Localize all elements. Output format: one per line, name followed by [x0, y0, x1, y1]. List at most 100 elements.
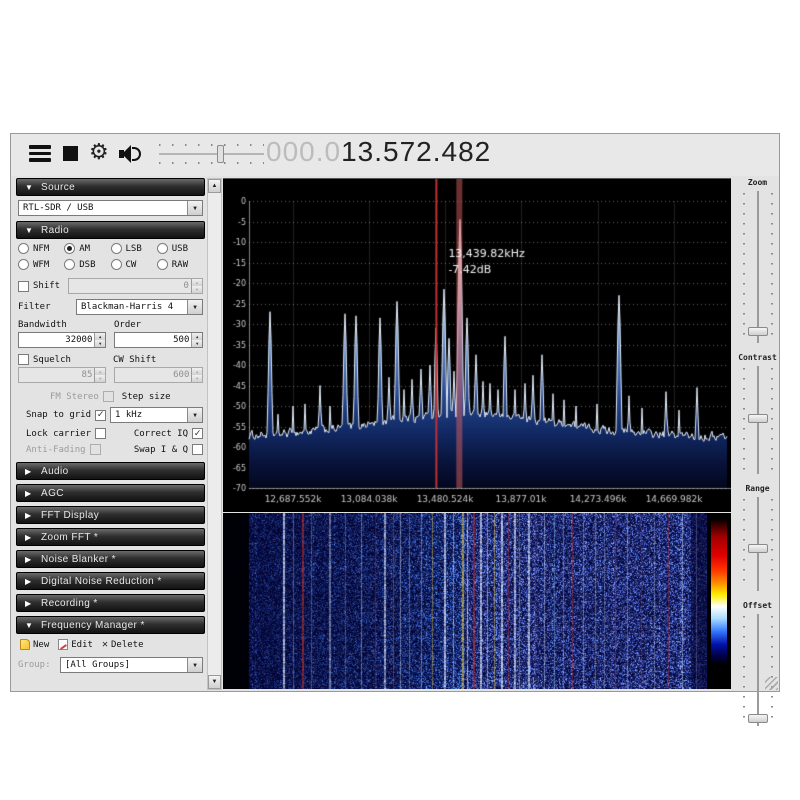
new-button[interactable]: New	[18, 638, 51, 651]
digital-noise-reduction-panel-header[interactable]: Digital Noise Reduction *	[16, 572, 205, 590]
shift-checkbox[interactable]	[18, 280, 29, 292]
fm-stereo-checkbox[interactable]	[102, 391, 114, 402]
window-resize-grip[interactable]	[765, 677, 778, 690]
dropdown-arrow-icon[interactable]	[187, 408, 202, 422]
spectrum-canvas[interactable]	[223, 179, 731, 512]
radio-button-icon[interactable]	[156, 243, 168, 254]
mode-nfm[interactable]: NFM	[18, 243, 64, 254]
dropdown-arrow-icon[interactable]	[187, 658, 202, 672]
delete-x-icon	[102, 639, 108, 650]
squelch-spinner[interactable]	[94, 368, 105, 382]
offset-slider[interactable]	[741, 614, 775, 726]
frequency-value[interactable]: 13.572.482	[341, 136, 491, 167]
speaker-icon[interactable]	[119, 145, 143, 163]
stop-icon[interactable]	[63, 146, 78, 161]
snap-to-grid-checkbox[interactable]	[95, 409, 107, 421]
contrast-slider-thumb[interactable]	[747, 414, 768, 423]
shift-spinner[interactable]	[190, 279, 202, 293]
lock-carrier-checkbox[interactable]	[95, 428, 107, 439]
cw-shift-input[interactable]	[115, 368, 192, 382]
offset-slider-thumb[interactable]	[747, 714, 768, 723]
volume-slider-thumb[interactable]	[217, 145, 224, 163]
zoom-slider-thumb[interactable]	[747, 327, 768, 336]
frequency-display[interactable]: 000.013.572.482	[266, 136, 491, 168]
range-slider-label: Range	[745, 484, 770, 493]
collapse-arrow-icon	[25, 555, 41, 564]
group-label: Group:	[18, 660, 51, 670]
anti-fading-checkbox[interactable]	[89, 444, 101, 455]
edit-button[interactable]: Edit	[56, 638, 95, 651]
step-size-select[interactable]: 1 kHz	[110, 407, 203, 423]
collapse-arrow-icon	[25, 183, 41, 192]
radio-panel-header[interactable]: Radio	[16, 221, 205, 239]
mode-raw[interactable]: RAW	[156, 259, 203, 270]
squelch-label: Squelch	[33, 354, 71, 365]
toolbar: ⚙ 000.013.572.482	[11, 134, 779, 176]
filter-value: Blackman-Harris 4	[81, 302, 174, 312]
bandwidth-label: Bandwidth	[18, 320, 67, 330]
menu-icon[interactable]	[29, 143, 51, 163]
filter-select[interactable]: Blackman-Harris 4	[76, 299, 203, 315]
squelch-input[interactable]	[19, 368, 95, 382]
dropdown-arrow-icon[interactable]	[187, 300, 202, 314]
gear-icon[interactable]: ⚙	[89, 138, 109, 166]
collapse-arrow-icon	[25, 226, 41, 235]
mode-cw[interactable]: CW	[110, 259, 157, 270]
waterfall-canvas[interactable]	[223, 513, 707, 689]
shift-input[interactable]	[69, 279, 191, 293]
order-input[interactable]	[115, 333, 192, 347]
mode-dsb[interactable]: DSB	[64, 259, 110, 270]
radio-button-icon[interactable]	[110, 243, 122, 254]
swap-iq-checkbox[interactable]	[192, 444, 203, 455]
mode-usb[interactable]: USB	[156, 243, 203, 254]
frequency-manager-panel-header[interactable]: Frequency Manager *	[16, 616, 205, 634]
source-device-select[interactable]: RTL-SDR / USB	[18, 200, 203, 216]
range-slider[interactable]	[741, 497, 775, 591]
audio-panel-header[interactable]: Audio	[16, 462, 205, 480]
anti-fading-label: Anti-Fading	[26, 444, 86, 455]
correct-iq-checkbox[interactable]	[192, 428, 203, 439]
dropdown-arrow-icon[interactable]	[187, 201, 202, 215]
range-slider-thumb[interactable]	[747, 544, 768, 553]
squelch-checkbox[interactable]	[18, 354, 29, 365]
agc-panel-header[interactable]: AGC	[16, 484, 205, 502]
bandwidth-input[interactable]	[19, 333, 95, 347]
delete-button[interactable]: Delete	[100, 638, 146, 651]
scroll-down-icon[interactable]	[208, 675, 221, 689]
recording-panel-header[interactable]: Recording *	[16, 594, 205, 612]
correct-iq-label: Correct IQ	[133, 428, 188, 439]
mode-lsb[interactable]: LSB	[110, 243, 157, 254]
volume-slider[interactable]	[159, 144, 264, 164]
contrast-slider[interactable]	[741, 366, 775, 474]
snap-to-grid-label: Snap to grid	[26, 410, 92, 420]
bandwidth-spinner[interactable]	[94, 333, 105, 347]
panel-scrollbar[interactable]	[207, 178, 222, 690]
frequency-leading-zeros[interactable]: 000.0	[266, 136, 341, 167]
cw-shift-label: CW Shift	[113, 354, 157, 365]
collapse-arrow-icon	[25, 621, 41, 630]
zoom-fft-panel-header[interactable]: Zoom FFT *	[16, 528, 205, 546]
source-panel-header[interactable]: Source	[16, 178, 205, 196]
filter-label: Filter	[18, 302, 51, 312]
order-spinner[interactable]	[191, 333, 202, 347]
fft-display-panel-header[interactable]: FFT Display	[16, 506, 205, 524]
group-select[interactable]: [All Groups]	[60, 657, 203, 673]
zoom-slider[interactable]	[741, 191, 775, 343]
scroll-up-icon[interactable]	[208, 179, 221, 193]
radio-button-icon[interactable]	[18, 243, 29, 254]
edit-icon	[58, 639, 69, 650]
noise-blanker-panel-header[interactable]: Noise Blanker *	[16, 550, 205, 568]
radio-button-icon[interactable]	[156, 259, 168, 270]
radio-button-icon[interactable]	[64, 259, 76, 270]
mode-wfm[interactable]: WFM	[18, 259, 64, 270]
mode-am[interactable]: AM	[64, 243, 110, 254]
cw-shift-spinner[interactable]	[191, 368, 202, 382]
collapse-arrow-icon	[25, 533, 41, 542]
radio-button-selected-icon[interactable]	[64, 243, 76, 254]
radio-button-icon[interactable]	[18, 259, 29, 270]
radio-button-icon[interactable]	[110, 259, 122, 270]
order-label: Order	[114, 320, 142, 330]
source-panel-title: Source	[41, 181, 76, 193]
collapse-arrow-icon	[25, 599, 41, 608]
contrast-slider-label: Contrast	[738, 353, 777, 362]
